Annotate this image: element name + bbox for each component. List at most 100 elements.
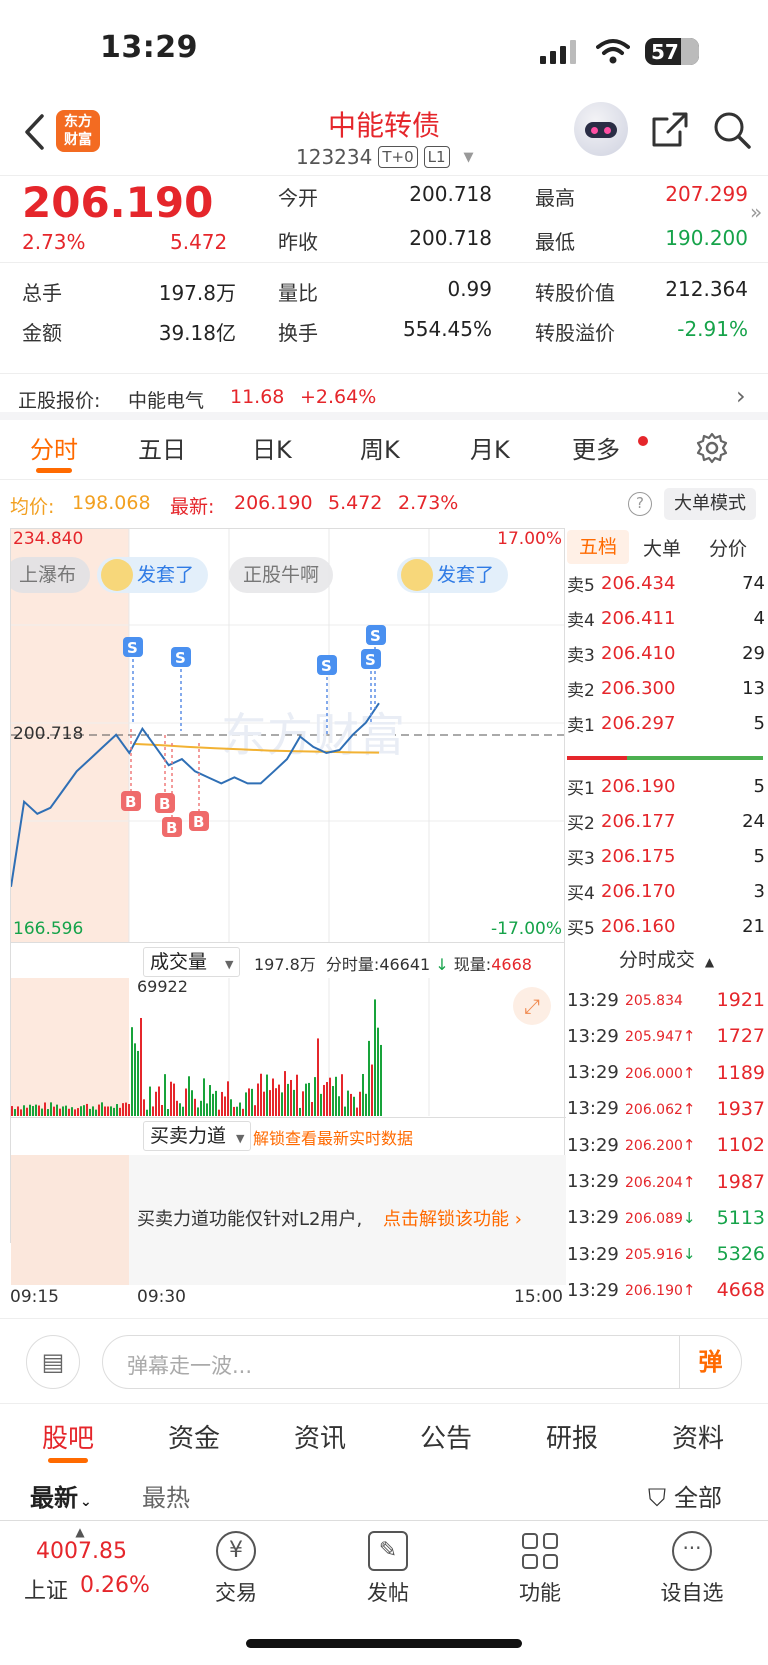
volume-bar [257,1083,259,1116]
volume-bar [155,1091,157,1116]
ask-row[interactable]: 卖2 206.300 13 [567,673,765,703]
filter-hot[interactable]: 最热 [142,1478,190,1513]
svg-text:S: S [370,627,381,645]
trade-tick-row: 13:29 206.200↑ 1102 [567,1134,765,1157]
volume-bar [119,1107,121,1116]
filter-all[interactable]: ⛉ 全部 [648,1478,722,1513]
big-order-mode-button[interactable]: 大单模式 [664,488,756,520]
ask-row[interactable]: 卖1 206.297 5 [567,708,765,738]
robot-assistant-icon[interactable] [574,102,628,156]
volume-bar [179,1103,181,1116]
last-price: 206.190 [22,178,214,227]
volume-bar [305,1083,307,1116]
danmaku-bubble-2[interactable]: 发套了 [97,557,209,593]
bid-row[interactable]: 买4 206.170 3 [567,876,765,906]
danmaku-bubble-1[interactable]: 上瀑布 [11,557,91,593]
latest-value: 206.190 [234,492,313,514]
tab-research[interactable]: 研报 [546,1418,598,1455]
amount-label: 金额 [22,321,62,345]
volume-bar [68,1108,70,1116]
tab-monthly[interactable]: 月K [470,430,510,465]
ask-row[interactable]: 卖3 206.410 29 [567,638,765,668]
volume-bar [197,1107,199,1116]
trade-tick-row: 13:29 205.834 1921 [567,989,765,1011]
volume-bar [287,1083,289,1116]
volume-bar [167,1109,169,1116]
turnover-value: 554.45% [403,317,492,341]
sell-markers: S S S S S [123,625,386,675]
index-value[interactable]: 4007.85 [36,1539,127,1564]
volume-bar [137,1050,139,1116]
tab-daily[interactable]: 日K [252,430,292,465]
trade-ticks-title[interactable]: 分时成交 ▲ [565,943,768,979]
time-axis-end: 15:00 [514,1287,563,1307]
bid-row[interactable]: 买1 206.190 5 [567,771,765,801]
unlock-feature-link[interactable]: 点击解锁该功能 › [383,1205,522,1231]
volume-bar [17,1106,19,1116]
index-change: 0.26% [80,1573,150,1598]
indicator-select-volume[interactable]: 成交量 ▼ [143,947,241,977]
volume-bar [35,1104,37,1116]
volume-bar [143,1099,145,1116]
tab-news[interactable]: 资讯 [294,1418,346,1455]
trade-tick-row: 13:29 205.916↓ 5326 [567,1243,765,1266]
filter-latest[interactable]: 最新 ⌄ [30,1478,92,1513]
bid-row[interactable]: 买3 206.175 5 [567,841,765,871]
unlock-realtime-link[interactable]: 解锁查看最新实时数据 [253,1125,413,1149]
intraday-chart[interactable]: 东方财富 S S S S S B B B B 234.840 200.718 1… [10,528,565,943]
volume-bar [14,1109,16,1116]
volume-bar [317,1038,319,1116]
premium-label: 转股溢价 [535,321,615,345]
force-locked-message: 买卖力道功能仅针对L2用户, [137,1209,363,1230]
turnover-label: 换手 [278,321,318,345]
expand-chart-icon[interactable]: ⤢ [513,987,551,1025]
tab-announcements[interactable]: 公告 [420,1418,472,1455]
share-icon[interactable] [650,110,690,150]
underlying-label: 正股报价: [18,390,101,412]
nav-functions[interactable]: 功能 [490,1531,590,1607]
tab-intraday[interactable]: 分时 [30,430,78,465]
nav-add-watchlist[interactable]: ··· 设自选 [642,1531,742,1607]
ask-row[interactable]: 卖5 206.434 74 [567,568,765,598]
danmaku-input[interactable]: 弹幕走一波... 弹 [102,1335,742,1389]
y-axis-pct-min: -17.00% [491,919,562,939]
volume-bar [275,1088,277,1116]
latest-label: 最新: [170,496,215,518]
open-value: 200.718 [409,182,492,206]
volume-bar [323,1084,325,1116]
tab-weekly[interactable]: 周K [360,430,400,465]
indicator-select-force[interactable]: 买卖力道 ▼ [143,1121,252,1151]
danmaku-bubble-3[interactable]: 正股牛啊 [229,557,334,593]
volume-bar [233,1106,235,1116]
tab-funds[interactable]: 资金 [168,1418,220,1455]
volume-bar [299,1107,301,1116]
bid-row[interactable]: 买5 206.160 21 [567,911,765,941]
stock-code-row[interactable]: 123234 T+0 L1 ▼ [296,145,474,169]
latest-percent: 2.73% [398,492,459,514]
expand-icon[interactable]: » [750,200,762,224]
volume-bar [338,1096,340,1116]
volume-bar [359,1091,361,1116]
volume-bar [23,1105,25,1116]
nav-trade[interactable]: ¥ 交易 [186,1531,286,1607]
status-bar: 13:29 57 [0,0,768,100]
settings-icon[interactable] [696,432,728,464]
ask-row[interactable]: 卖4 206.411 4 [567,603,765,633]
bid-row[interactable]: 买2 206.177 24 [567,806,765,836]
danmaku-bubble-4[interactable]: 发套了 [397,557,509,593]
danmaku-toggle-icon[interactable]: ▤ [26,1335,80,1389]
tab-guba[interactable]: 股吧 [42,1418,94,1455]
tab-more[interactable]: 更多 [572,430,620,465]
volume-bar [101,1102,103,1116]
volume-bar [62,1106,64,1116]
volume-bar [314,1077,316,1116]
tab-profile[interactable]: 资料 [672,1418,724,1455]
underlying-stock-row[interactable]: 正股报价: 中能电气 11.68 +2.64% › [0,373,768,420]
volume-bar [116,1104,118,1116]
danmaku-send-button[interactable]: 弹 [679,1336,741,1388]
search-icon[interactable] [712,110,752,150]
volume-bar [80,1106,82,1116]
nav-post[interactable]: ✎ 发帖 [338,1531,438,1607]
help-icon[interactable]: ? [628,492,652,516]
tab-five-day[interactable]: 五日 [138,430,186,465]
